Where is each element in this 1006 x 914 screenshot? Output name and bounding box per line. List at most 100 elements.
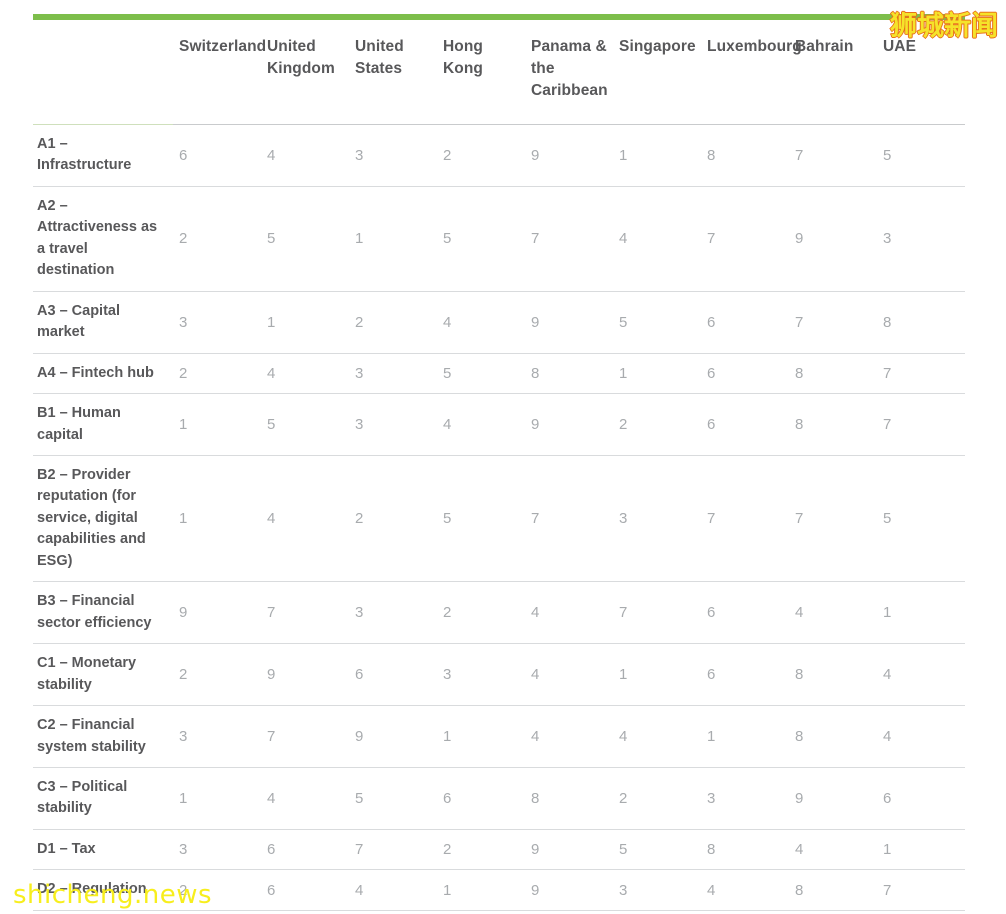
cell-c3-uae: 6 <box>877 767 965 830</box>
table-row: D2 – Regulation 2 6 4 1 9 3 4 8 7 <box>33 869 965 911</box>
cell-c2-panama-caribbean: 4 <box>525 705 613 768</box>
table-row: B3 – Financial sector efficiency 9 7 3 2… <box>33 581 965 645</box>
cell-c1-switzerland: 2 <box>173 643 261 707</box>
table-row: A2 – Attractiveness as a travel destinat… <box>33 186 965 292</box>
column-header-blank <box>33 26 173 125</box>
cell-d2-united-states: 4 <box>349 869 437 911</box>
cell-b1-united-kingdom: 5 <box>261 393 349 456</box>
cell-a4-united-kingdom: 4 <box>261 353 349 395</box>
cell-a3-uae: 8 <box>877 291 965 354</box>
cell-d1-uae: 1 <box>877 829 965 871</box>
row-label-c2: C2 – Financial system stability <box>33 705 173 768</box>
cell-d1-united-kingdom: 6 <box>261 829 349 871</box>
column-header-hong-kong: Hong Kong <box>437 26 525 125</box>
table-row: C1 – Monetary stability 2 9 6 3 4 1 6 8 … <box>33 643 965 707</box>
cell-a3-luxembourg: 6 <box>701 291 789 354</box>
cell-c3-bahrain: 9 <box>789 767 877 830</box>
cell-b1-switzerland: 1 <box>173 393 261 456</box>
table-row: A1 – Infrastructure 6 4 3 2 9 1 8 7 5 <box>33 124 965 187</box>
cell-b3-uae: 1 <box>877 581 965 645</box>
table-row: C2 – Financial system stability 3 7 9 1 … <box>33 705 965 768</box>
column-header-panama-caribbean: Panama & the Caribbean <box>525 26 613 125</box>
cell-c3-singapore: 2 <box>613 767 701 830</box>
cell-b1-singapore: 2 <box>613 393 701 456</box>
cell-a2-hong-kong: 5 <box>437 186 525 292</box>
cell-a1-united-states: 3 <box>349 124 437 187</box>
cell-b3-united-kingdom: 7 <box>261 581 349 645</box>
cell-d3-panama-caribbean: 5 <box>525 910 613 914</box>
cell-a3-united-kingdom: 1 <box>261 291 349 354</box>
cell-d2-uae: 7 <box>877 869 965 911</box>
cell-a3-singapore: 5 <box>613 291 701 354</box>
cell-b2-luxembourg: 7 <box>701 455 789 583</box>
cell-d3-united-states: 7 <box>349 910 437 914</box>
cell-d2-luxembourg: 4 <box>701 869 789 911</box>
cell-a4-hong-kong: 5 <box>437 353 525 395</box>
cell-d3-uae: 4 <box>877 910 965 914</box>
cell-d1-hong-kong: 2 <box>437 829 525 871</box>
cell-c1-hong-kong: 3 <box>437 643 525 707</box>
cell-c1-bahrain: 8 <box>789 643 877 707</box>
cell-a2-united-states: 1 <box>349 186 437 292</box>
cell-b1-hong-kong: 4 <box>437 393 525 456</box>
row-label-d1: D1 – Tax <box>33 829 173 871</box>
cell-d1-bahrain: 4 <box>789 829 877 871</box>
cell-b3-united-states: 3 <box>349 581 437 645</box>
cell-b2-uae: 5 <box>877 455 965 583</box>
cell-d3-singapore: 2 <box>613 910 701 914</box>
column-header-uae: UAE <box>877 26 965 125</box>
cell-d1-luxembourg: 8 <box>701 829 789 871</box>
cell-b2-panama-caribbean: 7 <box>525 455 613 583</box>
cell-a4-bahrain: 8 <box>789 353 877 395</box>
cell-d3-luxembourg: 5 <box>701 910 789 914</box>
table-row: A3 – Capital market 3 1 2 4 9 5 6 7 8 <box>33 291 965 354</box>
cell-c3-united-states: 5 <box>349 767 437 830</box>
cell-d3-united-kingdom: 8 <box>261 910 349 914</box>
cell-d2-panama-caribbean: 9 <box>525 869 613 911</box>
cell-c1-panama-caribbean: 4 <box>525 643 613 707</box>
cell-a3-switzerland: 3 <box>173 291 261 354</box>
cell-c2-united-states: 9 <box>349 705 437 768</box>
cell-a1-luxembourg: 8 <box>701 124 789 187</box>
cell-d2-singapore: 3 <box>613 869 701 911</box>
cell-d2-hong-kong: 1 <box>437 869 525 911</box>
column-header-switzerland: Switzerland <box>173 26 266 125</box>
column-header-luxembourg: Luxembourg <box>701 26 802 125</box>
cell-b1-panama-caribbean: 9 <box>525 393 613 456</box>
row-label-c1: C1 – Monetary stability <box>33 643 173 707</box>
cell-b1-uae: 7 <box>877 393 965 456</box>
cell-a4-panama-caribbean: 8 <box>525 353 613 395</box>
column-header-singapore: Singapore <box>613 26 701 125</box>
cell-b3-luxembourg: 6 <box>701 581 789 645</box>
column-header-bahrain: Bahrain <box>789 26 877 125</box>
cell-c1-singapore: 1 <box>613 643 701 707</box>
cell-b3-singapore: 7 <box>613 581 701 645</box>
row-label-b2: B2 – Provider reputation (for service, d… <box>33 455 173 583</box>
cell-d1-panama-caribbean: 9 <box>525 829 613 871</box>
cell-d3-bahrain: 9 <box>789 910 877 914</box>
cell-a2-bahrain: 9 <box>789 186 877 292</box>
table-row: D1 – Tax 3 6 7 2 9 5 8 4 1 <box>33 829 965 871</box>
cell-d2-switzerland: 2 <box>173 869 261 911</box>
cell-b1-bahrain: 8 <box>789 393 877 456</box>
cell-d3-hong-kong: 2 <box>437 910 525 914</box>
cell-b2-united-states: 2 <box>349 455 437 583</box>
header-row: Switzerland United Kingdom United States… <box>33 26 965 125</box>
cell-c1-united-kingdom: 9 <box>261 643 349 707</box>
cell-a4-united-states: 3 <box>349 353 437 395</box>
cell-a1-bahrain: 7 <box>789 124 877 187</box>
cell-c2-uae: 4 <box>877 705 965 768</box>
cell-b1-united-states: 3 <box>349 393 437 456</box>
cell-a1-hong-kong: 2 <box>437 124 525 187</box>
row-label-c3: C3 – Political stability <box>33 767 173 830</box>
ranking-matrix-table: Switzerland United Kingdom United States… <box>33 26 965 914</box>
ranking-table-container: Switzerland United Kingdom United States… <box>0 26 1006 914</box>
cell-a2-switzerland: 2 <box>173 186 261 292</box>
row-label-a3: A3 – Capital market <box>33 291 173 354</box>
cell-a1-uae: 5 <box>877 124 965 187</box>
cell-a4-uae: 7 <box>877 353 965 395</box>
cell-a2-panama-caribbean: 7 <box>525 186 613 292</box>
cell-a1-united-kingdom: 4 <box>261 124 349 187</box>
cell-b2-singapore: 3 <box>613 455 701 583</box>
cell-c2-luxembourg: 1 <box>701 705 789 768</box>
